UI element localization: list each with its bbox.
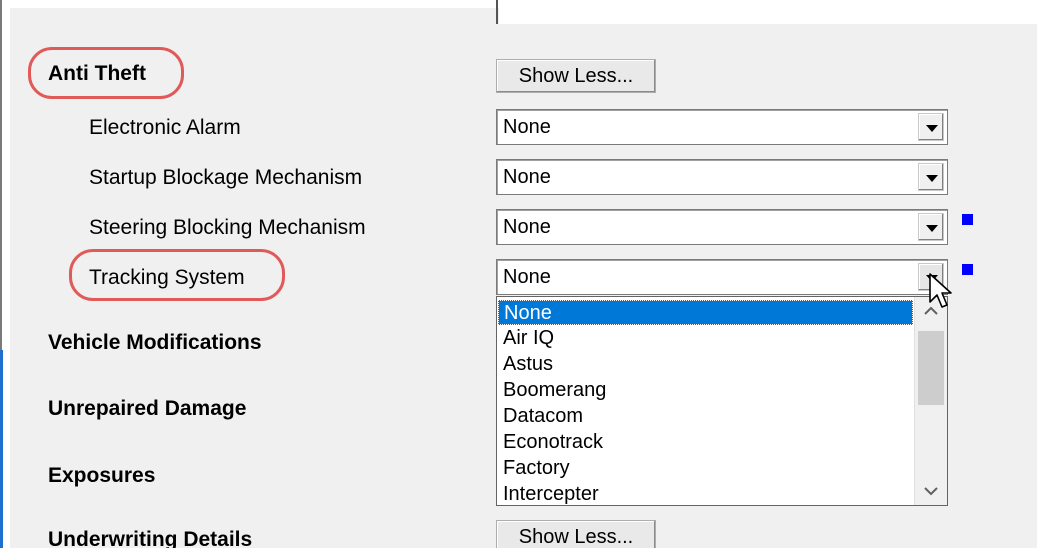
tracking-system-label: Tracking System (89, 266, 245, 289)
chevron-down-icon[interactable] (918, 113, 944, 141)
dropdown-option[interactable]: Air IQ (498, 326, 913, 351)
section-title-exposures: Exposures (48, 464, 156, 487)
dropdown-option[interactable]: Econotrack (498, 430, 913, 455)
electronic-alarm-select[interactable]: None (496, 109, 948, 145)
required-marker-icon (962, 214, 973, 225)
window-focus-border (0, 350, 3, 548)
dropdown-option[interactable]: Intercepter (498, 482, 913, 505)
mouse-pointer-icon (928, 272, 954, 315)
steering-blocking-select[interactable]: None (496, 209, 948, 245)
previous-field[interactable] (499, 0, 1037, 24)
steering-blocking-label: Steering Blocking Mechanism (89, 216, 366, 239)
previous-field-edge (496, 0, 498, 24)
startup-blockage-select[interactable]: None (496, 159, 948, 195)
electronic-alarm-label: Electronic Alarm (89, 116, 241, 139)
dropdown-option[interactable]: Astus (498, 352, 913, 377)
startup-blockage-label: Startup Blockage Mechanism (89, 166, 363, 189)
tracking-system-value: None (503, 266, 551, 288)
dropdown-option[interactable]: None (498, 300, 913, 325)
section-title-unrepaired-damage: Unrepaired Damage (48, 397, 247, 420)
form-panel: Anti Theft Show Less... Electronic Alarm… (10, 0, 1037, 548)
tracking-system-select[interactable]: None (496, 259, 948, 295)
startup-blockage-value: None (503, 166, 551, 188)
chevron-down-icon[interactable] (918, 163, 944, 191)
electronic-alarm-value: None (503, 116, 551, 138)
dropdown-option[interactable]: Factory (498, 456, 913, 481)
required-marker-icon (962, 264, 973, 275)
section-title-anti-theft: Anti Theft (48, 62, 146, 85)
section-title-vehicle-modifications: Vehicle Modifications (48, 331, 262, 354)
section-title-underwriting-details: Underwriting Details (48, 528, 253, 548)
dropdown-option[interactable]: Datacom (498, 404, 913, 429)
dropdown-scrollbar[interactable] (914, 297, 947, 505)
anti-theft-show-less-button[interactable]: Show Less... (496, 59, 656, 93)
tracking-system-dropdown-list: None Air IQ Astus Boomerang Datacom Econ… (496, 296, 948, 506)
dropdown-option[interactable]: Boomerang (498, 378, 913, 403)
scrollbar-thumb[interactable] (918, 331, 944, 405)
scroll-down-icon[interactable] (915, 477, 947, 505)
chevron-down-icon[interactable] (918, 213, 944, 241)
underwriting-show-less-button[interactable]: Show Less... (496, 520, 656, 548)
steering-blocking-value: None (503, 216, 551, 238)
